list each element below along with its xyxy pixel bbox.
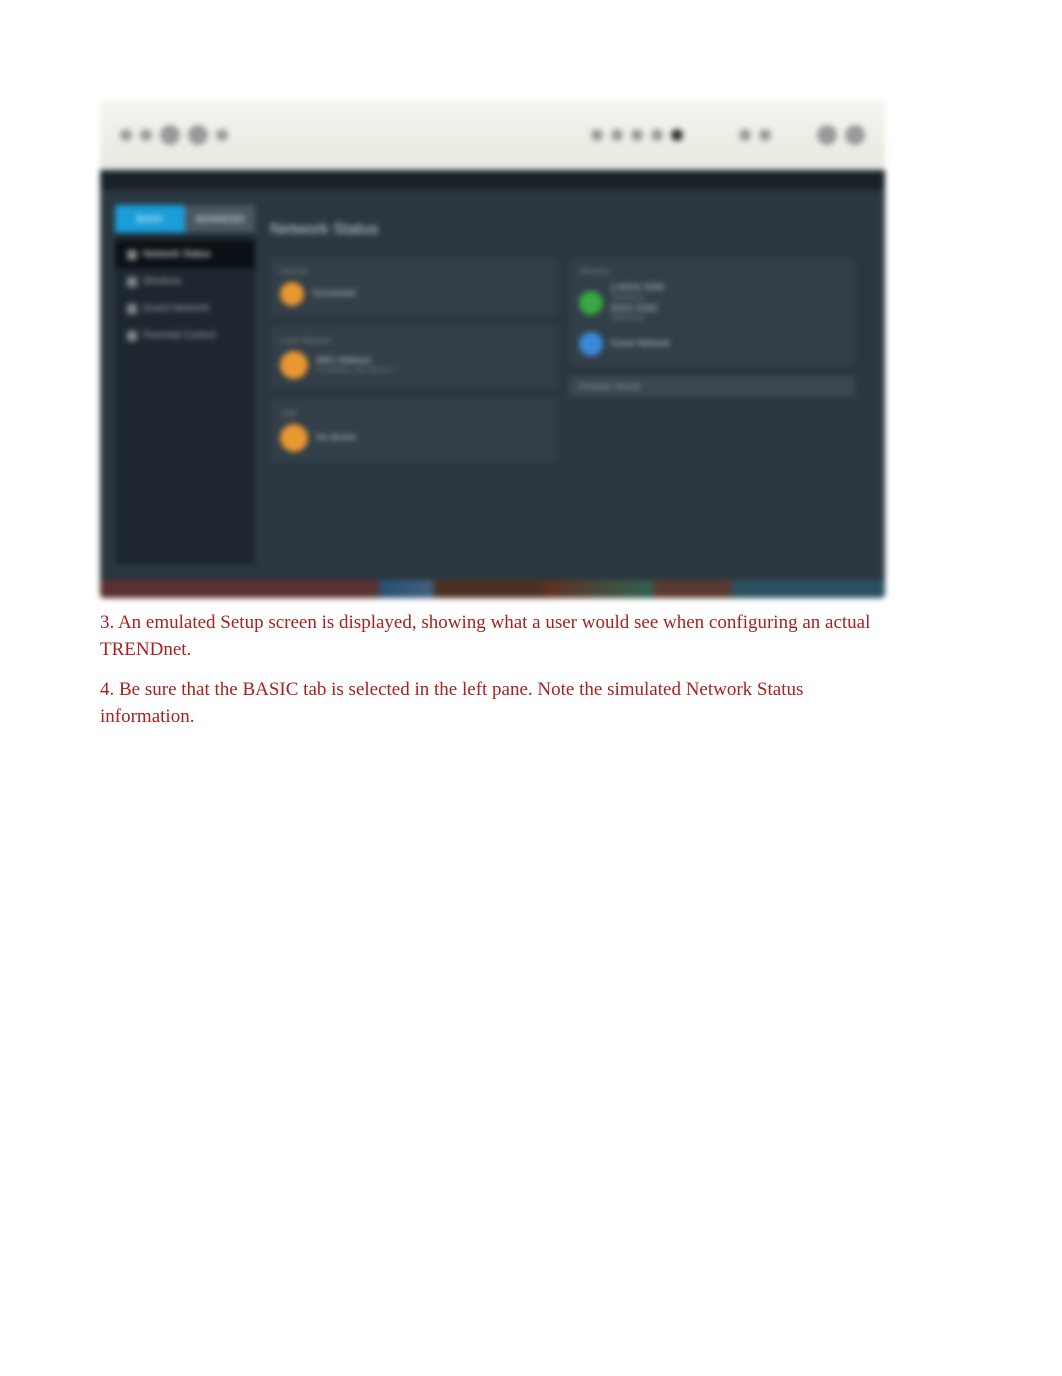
sidebar-item-label: Wireless bbox=[143, 276, 181, 287]
toolbar-icon bbox=[845, 125, 865, 145]
guest-wifi-icon bbox=[579, 332, 603, 356]
card-label: Internet bbox=[280, 267, 547, 276]
lan-line1: MAC Address bbox=[316, 355, 371, 365]
instruction-step-3: 3. An emulated Setup screen is displayed… bbox=[100, 610, 880, 663]
sidebar-item-label: Guest Network bbox=[143, 303, 209, 314]
status-icon bbox=[127, 250, 137, 260]
usb-status-card: USB No device bbox=[270, 399, 557, 462]
card-value: No device bbox=[316, 432, 356, 444]
sidebar-item-parental[interactable]: Parental Control bbox=[115, 322, 255, 349]
instruction-step-4: 4. Be sure that the BASIC tab is selecte… bbox=[100, 677, 880, 730]
card-label: Local Network bbox=[280, 336, 547, 345]
wifi-status-card: Wireless 2.4GHz SSID TRENDnet 5GHz SSID … bbox=[569, 257, 856, 366]
sidebar-item-wireless[interactable]: Wireless bbox=[115, 268, 255, 295]
wifi-24: 2.4GHz SSID bbox=[611, 282, 665, 292]
toolbar-icon bbox=[817, 125, 837, 145]
wifi-2g-icon bbox=[579, 291, 603, 315]
router-admin-screenshot: BASIC ADVANCED Network Status Wireless G… bbox=[100, 100, 885, 598]
usb-icon bbox=[280, 424, 308, 452]
sidebar-item-network-status[interactable]: Network Status bbox=[115, 241, 255, 268]
lan-line2: IP Address: 192.168.10.1 bbox=[316, 366, 395, 375]
sidebar-item-label: Parental Control bbox=[143, 330, 215, 341]
lan-status-card: Local Network MAC Address IP Address: 19… bbox=[270, 326, 557, 389]
toolbar-icon bbox=[216, 129, 228, 141]
sidebar-item-guest[interactable]: Guest Network bbox=[115, 295, 255, 322]
guest-icon bbox=[127, 304, 137, 314]
fw-label: Firmware Version bbox=[579, 382, 846, 391]
internet-status-card: Internet Connected bbox=[270, 257, 557, 316]
guest-label: Guest Network bbox=[611, 338, 671, 350]
toolbar-icon bbox=[671, 129, 683, 141]
toolbar-icon bbox=[651, 129, 663, 141]
wifi-sub: TRENDnet bbox=[611, 314, 665, 323]
wifi-icon bbox=[127, 277, 137, 287]
wifi-sub: TRENDnet bbox=[611, 294, 665, 303]
toolbar-icon bbox=[631, 129, 643, 141]
toolbar-icon bbox=[160, 125, 180, 145]
sidebar-item-label: Network Status bbox=[143, 249, 211, 260]
taskbar bbox=[100, 580, 885, 598]
network-icon bbox=[280, 351, 308, 379]
globe-icon bbox=[280, 282, 304, 306]
card-value: Connected bbox=[312, 288, 356, 300]
firmware-info: Firmware Version bbox=[569, 376, 856, 397]
toolbar-icon bbox=[611, 129, 623, 141]
toolbar-icon bbox=[739, 129, 751, 141]
parental-icon bbox=[127, 331, 137, 341]
window-tab-bar bbox=[100, 170, 885, 190]
card-label: USB bbox=[280, 409, 547, 418]
router-config-panel: BASIC ADVANCED Network Status Wireless G… bbox=[100, 190, 885, 580]
page-title: Network Status bbox=[270, 215, 855, 245]
main-panel: Network Status Internet Connected Local … bbox=[255, 205, 870, 565]
tab-basic[interactable]: BASIC bbox=[115, 205, 185, 233]
toolbar-icon bbox=[759, 129, 771, 141]
wifi-5: 5GHz SSID bbox=[611, 303, 658, 313]
toolbar-icon bbox=[591, 129, 603, 141]
toolbar-icon bbox=[140, 129, 152, 141]
toolbar-icon bbox=[188, 125, 208, 145]
browser-toolbar bbox=[100, 100, 885, 170]
sidebar: BASIC ADVANCED Network Status Wireless G… bbox=[115, 205, 255, 565]
toolbar-icon bbox=[120, 129, 132, 141]
card-label: Wireless bbox=[579, 267, 846, 276]
tab-advanced[interactable]: ADVANCED bbox=[185, 205, 255, 233]
